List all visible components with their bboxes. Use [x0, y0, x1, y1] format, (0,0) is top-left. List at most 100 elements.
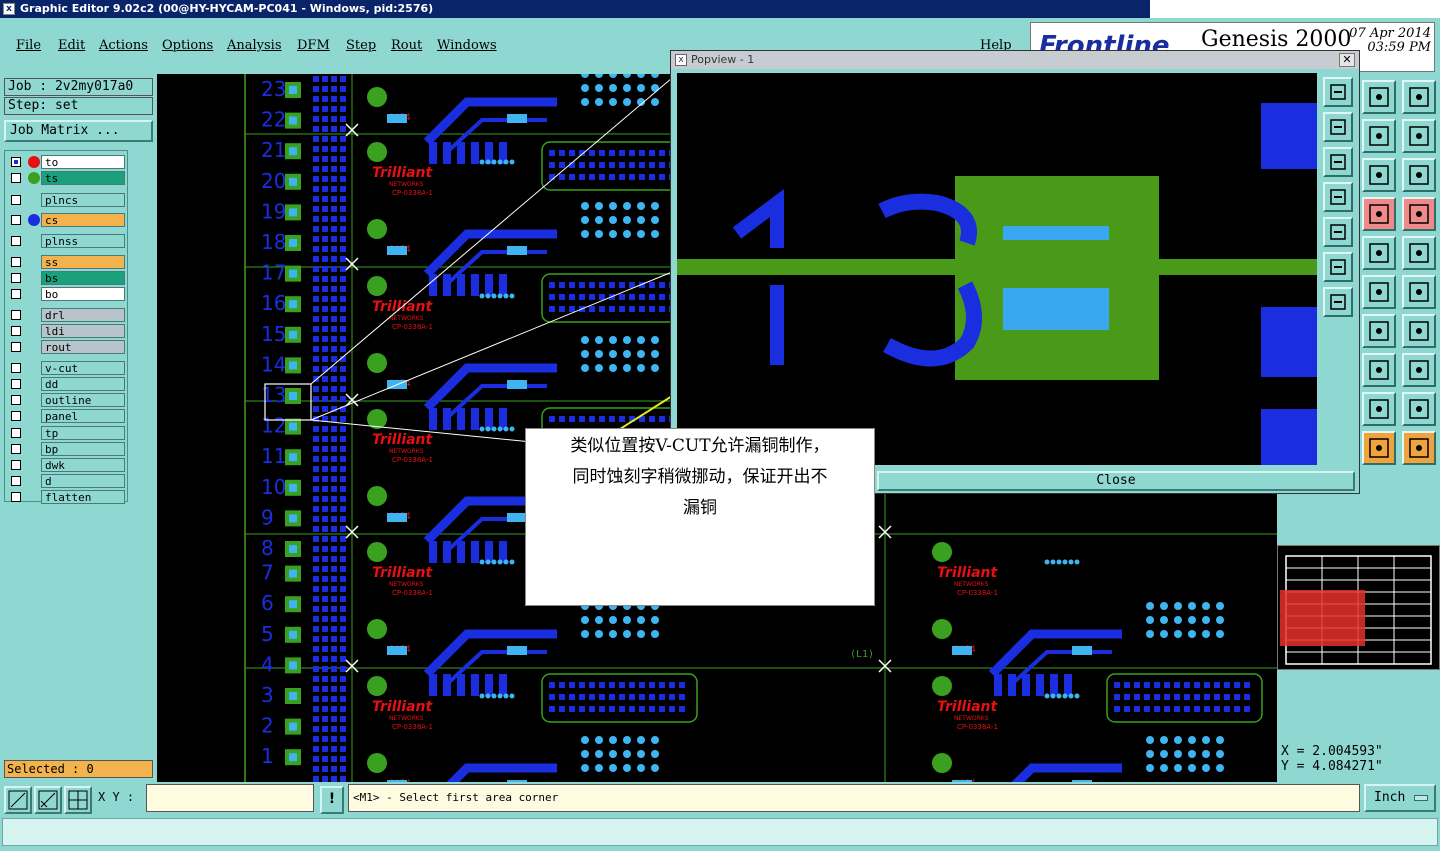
layer-checkbox[interactable] — [11, 342, 21, 352]
layer-name[interactable]: bp — [41, 442, 125, 456]
redo-icon[interactable] — [1402, 119, 1436, 153]
zoom-area-icon[interactable] — [4, 786, 32, 814]
layer-row-v-cut[interactable]: v-cut — [7, 361, 129, 375]
layer-name[interactable]: bs — [41, 271, 125, 285]
layer-name[interactable]: rout — [41, 340, 125, 354]
layer-checkbox[interactable] — [11, 411, 21, 421]
snap-icon[interactable] — [1362, 275, 1396, 309]
layer-row-dwk[interactable]: dwk — [7, 458, 129, 472]
measure-icon[interactable] — [34, 786, 62, 814]
popview-close-button[interactable]: Close — [877, 471, 1355, 491]
layer-row-to[interactable]: to — [7, 155, 129, 169]
layer-row-bp[interactable]: bp — [7, 442, 129, 456]
layer-checkbox[interactable] — [11, 395, 21, 405]
popview-tool-icon[interactable] — [1323, 287, 1353, 317]
layer-row-flatten[interactable]: flatten — [7, 490, 129, 504]
menu-options[interactable]: Options — [162, 38, 213, 53]
popview-tool-icon[interactable] — [1323, 77, 1353, 107]
layer-name[interactable]: cs — [41, 213, 125, 227]
layer-name[interactable]: to — [41, 155, 125, 169]
popview-tool-icon[interactable] — [1323, 147, 1353, 177]
layer-checkbox[interactable] — [11, 173, 21, 183]
window-icon[interactable] — [1402, 80, 1436, 114]
layer-row-plncs[interactable]: plncs — [7, 193, 129, 207]
grid-icon[interactable] — [64, 786, 92, 814]
popview-tool-icon[interactable] — [1323, 182, 1353, 212]
layer-checkbox[interactable] — [11, 428, 21, 438]
layer-row-bs[interactable]: bs — [7, 271, 129, 285]
layer-checkbox[interactable] — [11, 326, 21, 336]
minimap-viewport[interactable] — [1280, 590, 1365, 646]
pointer-icon[interactable] — [1362, 431, 1396, 465]
undo-icon[interactable] — [1362, 119, 1396, 153]
layer-row-dd[interactable]: dd — [7, 377, 129, 391]
layer-row-rout[interactable]: rout — [7, 340, 129, 354]
menu-file[interactable]: File — [16, 38, 41, 53]
layer-checkbox[interactable] — [11, 157, 21, 167]
layer-name[interactable]: bo — [41, 287, 125, 301]
layer-red-icon[interactable] — [1362, 197, 1396, 231]
layer-row-ldi[interactable]: ldi — [7, 324, 129, 338]
layer-checkbox[interactable] — [11, 273, 21, 283]
layer-row-ts[interactable]: ts — [7, 171, 129, 185]
ruler-icon[interactable] — [1362, 236, 1396, 270]
menu-edit[interactable]: Edit — [58, 38, 85, 53]
layer-name[interactable]: dwk — [41, 458, 125, 472]
layer-checkbox[interactable] — [11, 492, 21, 502]
layer-name[interactable]: v-cut — [41, 361, 125, 375]
panel-minimap[interactable] — [1277, 545, 1440, 670]
layer-checkbox[interactable] — [11, 236, 21, 246]
layer-row-tp[interactable]: tp — [7, 426, 129, 440]
menu-windows[interactable]: Windows — [437, 38, 497, 53]
layer-name[interactable]: dd — [41, 377, 125, 391]
mirror-icon[interactable] — [1402, 314, 1436, 348]
menu-rout[interactable]: Rout — [391, 38, 422, 53]
layer-checkbox[interactable] — [11, 257, 21, 267]
alert-button[interactable]: ! — [320, 786, 344, 814]
route-icon[interactable] — [1402, 431, 1436, 465]
layer-checkbox[interactable] — [11, 444, 21, 454]
menu-dfm[interactable]: DFM — [297, 38, 330, 53]
menu-actions[interactable]: Actions — [99, 38, 148, 53]
layer-name[interactable]: tp — [41, 426, 125, 440]
arc2-icon[interactable] — [1402, 392, 1436, 426]
layer-row-d[interactable]: d — [7, 474, 129, 488]
arc-icon[interactable] — [1362, 392, 1396, 426]
layer-name[interactable]: panel — [41, 409, 125, 423]
help-icon[interactable] — [1402, 158, 1436, 192]
layer-name[interactable]: drl — [41, 308, 125, 322]
layer-red2-icon[interactable] — [1402, 197, 1436, 231]
layer-name[interactable]: flatten — [41, 490, 125, 504]
layer-name[interactable]: outline — [41, 393, 125, 407]
popview-tool-icon[interactable] — [1323, 112, 1353, 142]
unit-button[interactable]: Inch — [1364, 784, 1436, 812]
popview-tool-icon[interactable] — [1323, 252, 1353, 282]
job-matrix-button[interactable]: Job Matrix ... — [4, 120, 153, 142]
popview-canvas[interactable] — [677, 73, 1317, 465]
layer-name[interactable]: ss — [41, 255, 125, 269]
layer-checkbox[interactable] — [11, 476, 21, 486]
layer-checkbox[interactable] — [11, 460, 21, 470]
layer-row-outline[interactable]: outline — [7, 393, 129, 407]
layer-checkbox[interactable] — [11, 215, 21, 225]
scale-icon[interactable] — [1362, 158, 1396, 192]
layer-row-plnss[interactable]: plnss — [7, 234, 129, 248]
layer-name[interactable]: plncs — [41, 193, 125, 207]
layer-name[interactable]: ldi — [41, 324, 125, 338]
home-icon[interactable] — [1362, 80, 1396, 114]
shapes-icon[interactable] — [1402, 353, 1436, 387]
measure-h-icon[interactable] — [1362, 353, 1396, 387]
menu-analysis[interactable]: Analysis — [227, 38, 282, 53]
popview-close-icon[interactable]: ✕ — [1339, 53, 1355, 67]
layer-row-panel[interactable]: panel — [7, 409, 129, 423]
layer-row-ss[interactable]: ss — [7, 255, 129, 269]
layer-name[interactable]: plnss — [41, 234, 125, 248]
layer-name[interactable]: ts — [41, 171, 125, 185]
layer-name[interactable]: d — [41, 474, 125, 488]
layer-row-bo[interactable]: bo — [7, 287, 129, 301]
layer-row-drl[interactable]: drl — [7, 308, 129, 322]
layer-checkbox[interactable] — [11, 310, 21, 320]
layer-checkbox[interactable] — [11, 195, 21, 205]
snap2-icon[interactable] — [1402, 275, 1436, 309]
layer-row-cs[interactable]: cs — [7, 213, 129, 227]
